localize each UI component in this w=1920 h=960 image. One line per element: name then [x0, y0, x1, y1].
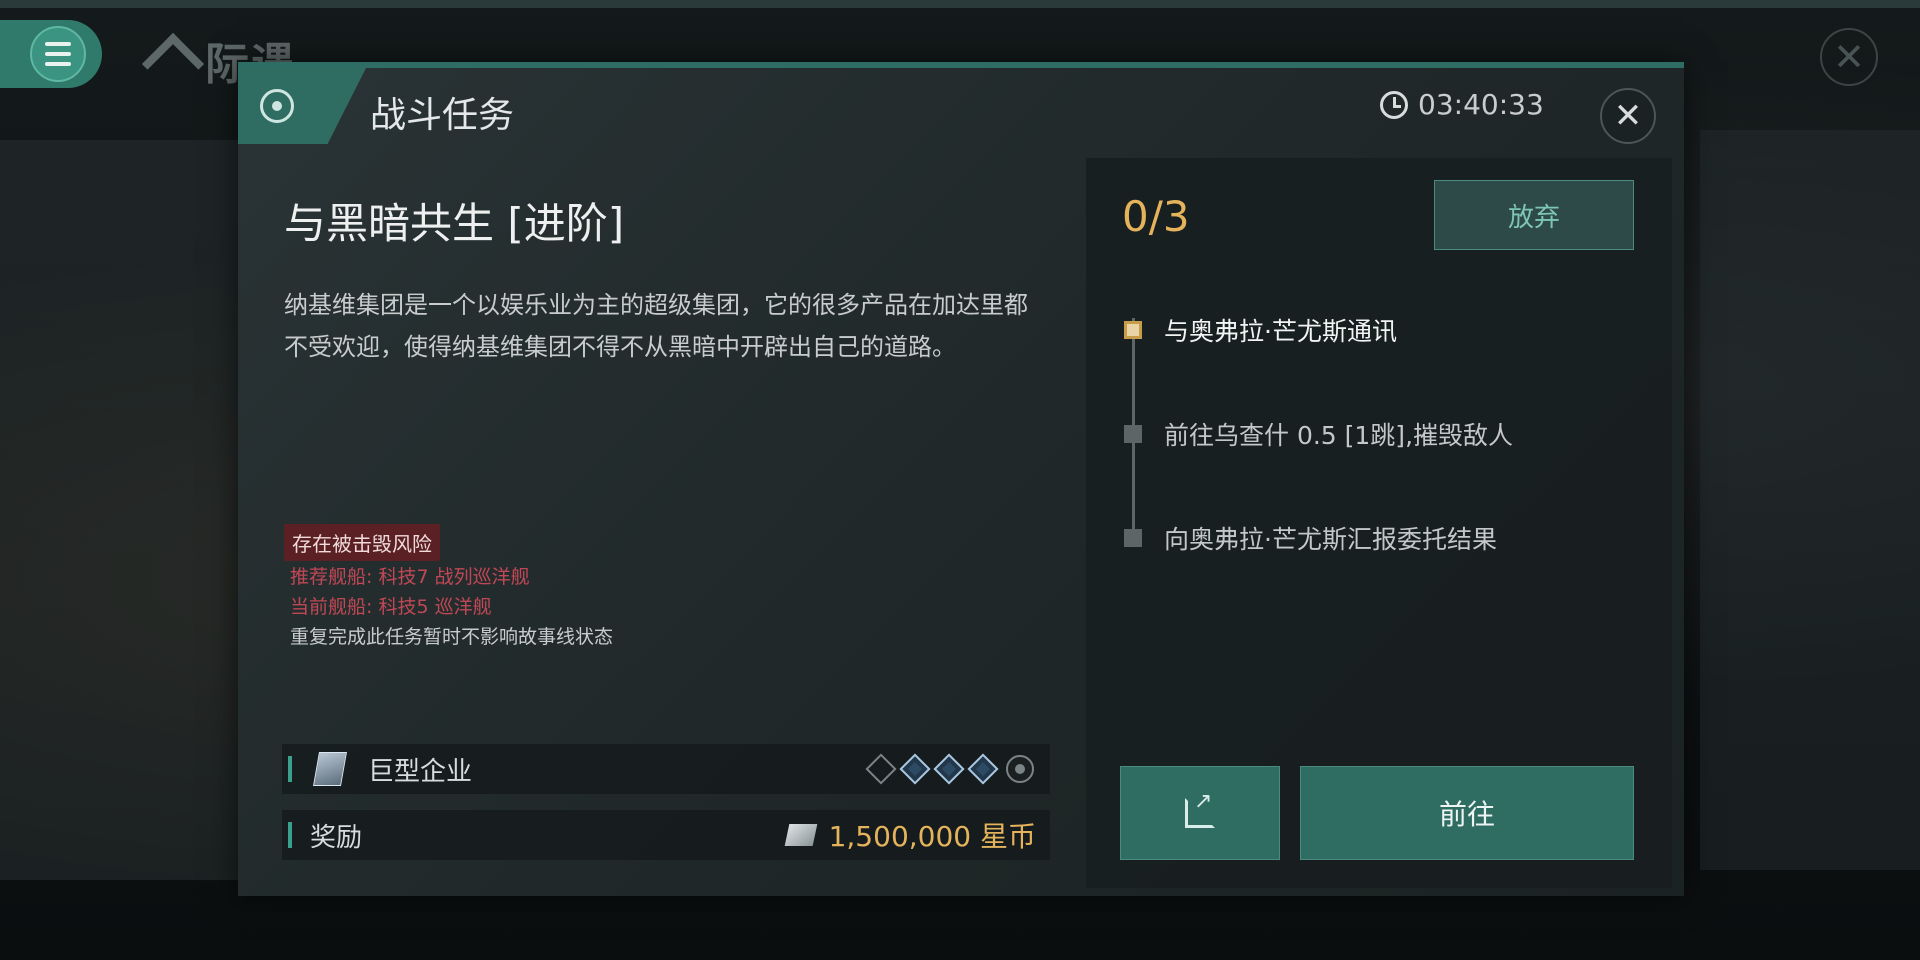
objective-progress: 0/3	[1122, 192, 1190, 241]
rank-diamond-icon	[933, 753, 965, 785]
reward-row: 奖励 1,500,000 星币	[282, 810, 1050, 860]
storyline-note: 重复完成此任务暂时不影响故事线状态	[290, 626, 614, 648]
faction-row: 巨型企业	[282, 744, 1050, 794]
step-text: 向奥弗拉·芒尤斯汇报委托结果	[1164, 525, 1497, 554]
title-tab	[238, 68, 366, 144]
dialog-close-button[interactable]: ✕	[1600, 88, 1656, 144]
step-marker-icon	[1124, 425, 1142, 443]
faction-rank	[865, 753, 1034, 785]
currency-icon	[784, 824, 817, 846]
recommended-ship: 推荐舰船: 科技7 战列巡洋舰	[290, 566, 530, 588]
main-menu-button[interactable]	[0, 20, 102, 88]
logo-mark-icon	[145, 40, 197, 80]
current-ship: 当前舰船: 科技5 巡洋舰	[290, 596, 492, 618]
dialog-title: 战斗任务	[370, 95, 515, 136]
share-icon	[1185, 789, 1215, 828]
rank-diamond-icon	[865, 753, 897, 785]
combat-mission-icon	[260, 89, 294, 123]
objective-step: 与奥弗拉·芒尤斯通讯	[1124, 312, 1397, 348]
abandon-button[interactable]: 放弃	[1434, 180, 1634, 250]
faction-label: 巨型企业	[368, 756, 473, 787]
reward-label: 奖励	[310, 822, 363, 853]
rank-end-icon	[1006, 755, 1034, 783]
background-panel-left	[0, 140, 240, 880]
share-button[interactable]	[1120, 766, 1280, 860]
top-bar	[0, 0, 1920, 8]
row-accent-bar	[288, 756, 292, 782]
screen-close-button[interactable]: ✕	[1820, 28, 1878, 86]
mission-description: 纳基维集团是一个以娱乐业为主的超级集团，它的很多产品在加达里都不受欢迎，使得纳基…	[284, 291, 1028, 361]
mission-name: 与黑暗共生 [进阶]	[284, 199, 625, 248]
step-marker-icon	[1124, 321, 1142, 339]
objective-step: 向奥弗拉·芒尤斯汇报委托结果	[1124, 520, 1497, 556]
rank-diamond-icon	[899, 753, 931, 785]
go-button[interactable]: 前往	[1300, 766, 1634, 860]
mission-timer: 03:40:33	[1380, 88, 1544, 121]
danger-badge: 存在被击毁风险	[284, 524, 440, 561]
clock-icon	[1380, 90, 1408, 119]
step-marker-icon	[1124, 529, 1142, 547]
step-text: 与奥弗拉·芒尤斯通讯	[1164, 317, 1397, 346]
menu-icon	[30, 26, 86, 82]
row-accent-bar	[288, 822, 292, 848]
mission-dialog: 战斗任务 03:40:33 ✕ 与黑暗共生 [进阶] 纳基维集团是一个以娱乐业为…	[238, 62, 1684, 896]
faction-icon	[313, 752, 347, 786]
timer-value: 03:40:33	[1418, 88, 1544, 121]
objective-step: 前往乌查什 0.5 [1跳],摧毁敌人	[1124, 416, 1513, 452]
step-text: 前往乌查什 0.5 [1跳],摧毁敌人	[1164, 421, 1514, 450]
rank-diamond-icon	[967, 753, 999, 785]
reward-amount: 1,500,000 星币	[828, 820, 1036, 853]
objectives-panel: 0/3 放弃 与奥弗拉·芒尤斯通讯 前往乌查什 0.5 [1跳],摧毁敌人 向奥…	[1086, 158, 1672, 888]
background-panel-right	[1700, 130, 1920, 870]
